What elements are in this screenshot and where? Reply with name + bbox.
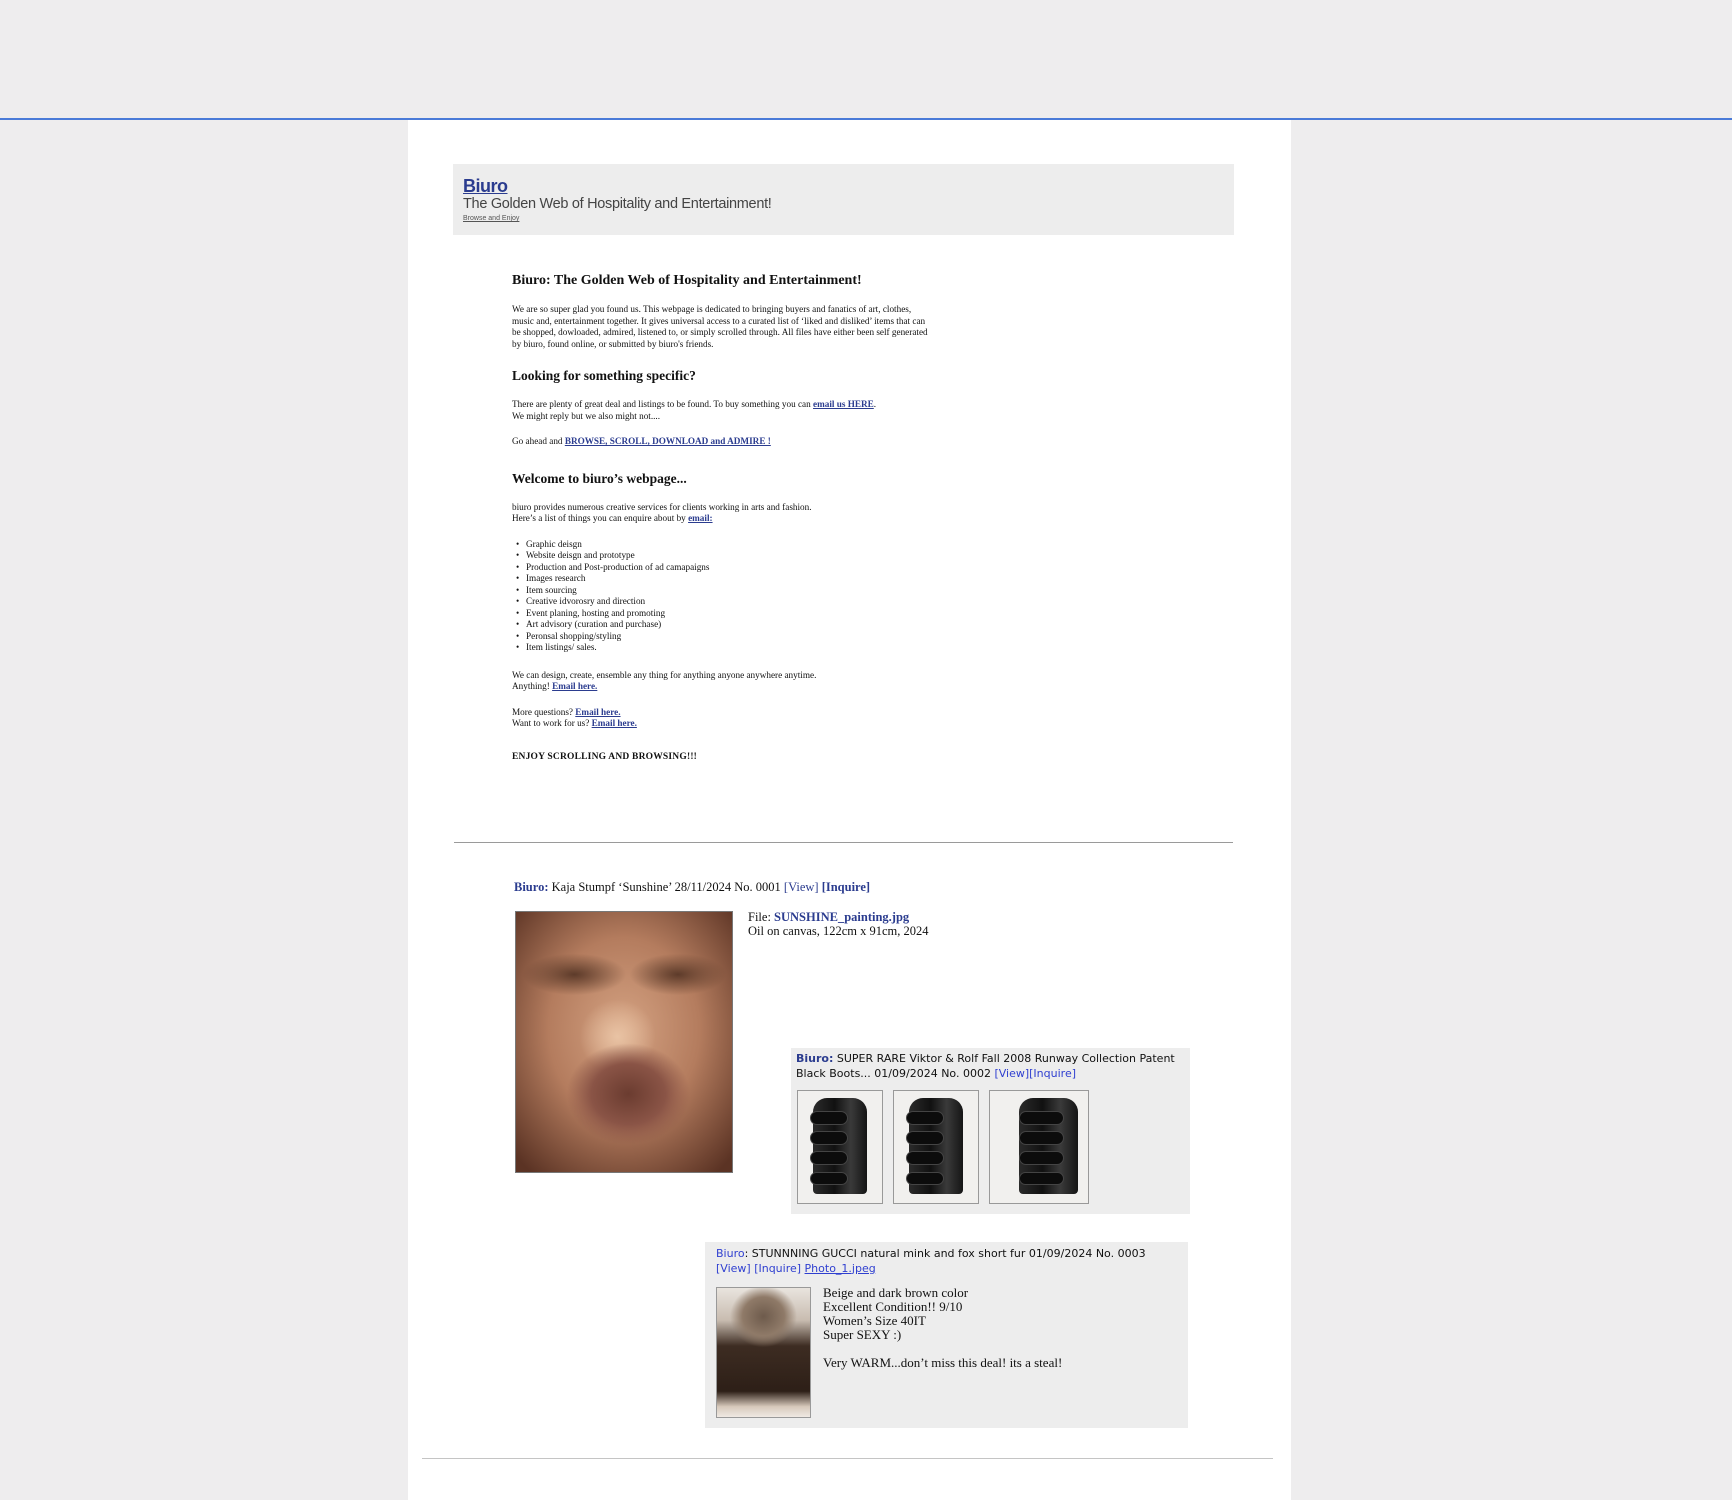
services-line-1: biuro provides numerous creative service…	[512, 501, 812, 512]
post-0003-card: Biuro: STUNNNING GUCCI natural mink and …	[705, 1242, 1188, 1428]
desc-pitch: Very WARM...don’t miss this deal! its a …	[823, 1355, 1063, 1370]
inquire-link[interactable]: [Inquire]	[822, 880, 870, 894]
anything-line: Anything! Email here.	[512, 681, 932, 693]
desc-line: Women’s Size 40IT	[823, 1313, 926, 1328]
list-item: Event planing, hosting and promoting	[512, 608, 932, 620]
services-email-link[interactable]: email:	[688, 513, 713, 523]
file-line: File: SUNSHINE_painting.jpg	[748, 910, 929, 924]
post-author: Biuro:	[514, 880, 549, 894]
work-line: Want to work for us? Email here.	[512, 718, 932, 730]
view-link[interactable]: [View]	[784, 880, 819, 894]
browse-enjoy-link[interactable]: Browse and Enjoy	[463, 215, 519, 222]
file-medium: Oil on canvas, 122cm x 91cm, 2024	[748, 924, 929, 938]
page-content: Biuro The Golden Web of Hospitality and …	[408, 120, 1291, 1500]
post-0001-header: Biuro: Kaja Stumpf ‘Sunshine’ 28/11/2024…	[514, 880, 870, 895]
view-link[interactable]: [View]	[994, 1067, 1029, 1080]
list-item: Art advisory (curation and purchase)	[512, 619, 932, 631]
site-logo-link[interactable]: Biuro	[463, 176, 508, 197]
anything-email-link[interactable]: Email here.	[552, 681, 597, 691]
bottom-divider	[422, 1458, 1273, 1459]
browse-prefix: Go ahead and	[512, 436, 565, 446]
intro-paragraph: We are so super glad you found us. This …	[512, 304, 928, 349]
anything-prefix: Anything!	[512, 681, 553, 691]
inquire-link[interactable]: [Inquire]	[1029, 1067, 1076, 1080]
list-item: Production and Post-production of ad cam…	[512, 562, 932, 574]
desc-line: Excellent Condition!! 9/10	[823, 1299, 963, 1314]
enjoy-text: ENJOY SCROLLING AND BROWSING!!!	[512, 751, 698, 762]
inquire-link[interactable]: [Inquire]	[754, 1262, 801, 1275]
list-item: Creative idvorosry and direction	[512, 596, 932, 608]
post-author: Biuro	[716, 1247, 745, 1260]
work-email-link[interactable]: Email here.	[592, 718, 637, 728]
desc-line: Super SEXY :)	[823, 1327, 902, 1342]
list-item: Images research	[512, 573, 932, 585]
list-item: Item sourcing	[512, 585, 932, 597]
file-label: File:	[748, 910, 775, 924]
looking-text-end: .	[873, 399, 877, 409]
looking-text-prefix: There are plenty of great deal and listi…	[512, 399, 814, 409]
looking-heading: Looking for something specific?	[512, 368, 696, 383]
browse-link[interactable]: BROWSE, SCROLL, DOWNLOAD and ADMIRE !	[565, 436, 771, 446]
design-line: We can design, create, ensemble any thin…	[512, 669, 817, 680]
welcome-heading: Welcome to biuro’s webpage...	[512, 470, 687, 486]
list-item: Item listings/ sales.	[512, 642, 932, 654]
post-title: SUPER RARE Viktor & Rolf Fall 2008 Runwa…	[796, 1052, 1175, 1080]
boots-photo-1[interactable]	[797, 1090, 883, 1204]
sunshine-painting-image[interactable]	[515, 911, 733, 1173]
questions-line: More questions? Email here.	[512, 707, 932, 719]
services-list: Graphic deisgn Website deisgn and protot…	[512, 539, 932, 654]
post-0002-card: Biuro: SUPER RARE Viktor & Rolf Fall 200…	[791, 1048, 1190, 1214]
page-title: Biuro: The Golden Web of Hospitality and…	[512, 273, 862, 288]
list-item: Graphic deisgn	[512, 539, 932, 551]
work-prefix: Want to work for us?	[512, 718, 592, 728]
looking-text: There are plenty of great deal and listi…	[512, 399, 932, 411]
fur-jacket-photo[interactable]	[716, 1287, 811, 1418]
section-divider	[454, 842, 1233, 843]
site-tagline: The Golden Web of Hospitality and Entert…	[463, 196, 772, 212]
post-0003-description: Beige and dark brown color Excellent Con…	[823, 1286, 1062, 1370]
site-banner: Biuro The Golden Web of Hospitality and …	[453, 164, 1234, 235]
email-us-link[interactable]: email us HERE	[813, 399, 874, 409]
post-author: Biuro:	[796, 1052, 834, 1065]
post-0002-header: Biuro: SUPER RARE Viktor & Rolf Fall 200…	[796, 1052, 1186, 1081]
boots-photo-3[interactable]	[989, 1090, 1089, 1204]
reply-text: We might reply but we also might not....	[512, 410, 661, 421]
file-name-link[interactable]: SUNSHINE_painting.jpg	[774, 910, 909, 924]
view-link[interactable]: [View]	[716, 1262, 751, 1275]
services-line-2: Here’s a list of things you can enquire …	[512, 513, 932, 525]
post-0003-header: Biuro: STUNNNING GUCCI natural mink and …	[716, 1247, 1186, 1276]
desc-line: Beige and dark brown color	[823, 1285, 969, 1300]
questions-email-link[interactable]: Email here.	[575, 707, 620, 717]
boots-photo-2[interactable]	[893, 1090, 979, 1204]
services-line-2-text: Here’s a list of things you can enquire …	[512, 513, 689, 523]
post-title: Kaja Stumpf ‘Sunshine’ 28/11/2024 No. 00…	[548, 880, 784, 894]
photo-file-link[interactable]: Photo_1.jpeg	[805, 1262, 876, 1275]
browse-line: Go ahead and BROWSE, SCROLL, DOWNLOAD an…	[512, 436, 932, 448]
intro-section: Biuro: The Golden Web of Hospitality and…	[512, 272, 932, 763]
post-0001-file-info: File: SUNSHINE_painting.jpg Oil on canva…	[748, 910, 929, 938]
questions-prefix: More questions?	[512, 706, 576, 717]
list-item: Peronsal shopping/styling	[512, 631, 932, 643]
list-item: Website deisgn and prototype	[512, 550, 932, 562]
post-title: : STUNNNING GUCCI natural mink and fox s…	[744, 1247, 1146, 1260]
